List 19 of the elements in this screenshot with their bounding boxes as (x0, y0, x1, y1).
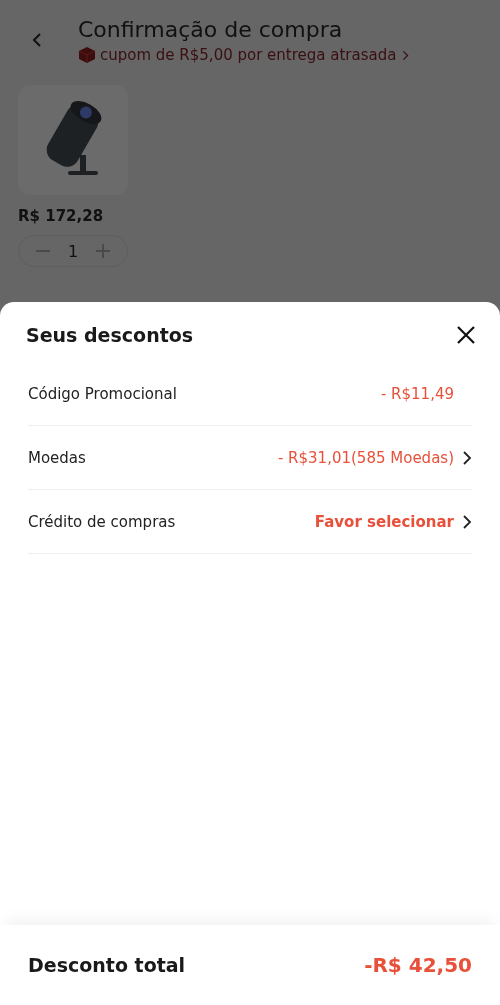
total-label: Desconto total (28, 954, 186, 976)
quantity-value: 1 (67, 241, 79, 261)
row-value: - R$11,49 (380, 384, 454, 403)
discount-row[interactable]: Código Promocional - R$11,49 (28, 362, 472, 426)
page-title: Confirmação de compra (78, 16, 344, 44)
back-icon[interactable] (32, 32, 42, 48)
sheet-title: Seus descontos (26, 324, 194, 346)
total-value: -R$ 42,50 (364, 953, 472, 977)
discount-row[interactable]: Crédito de compras Favor selecionar (28, 490, 472, 554)
discount-row[interactable]: Moedas - R$31,01(585 Moedas) (28, 426, 472, 490)
chevron-right-icon (402, 49, 410, 61)
product-price: R$ 172,28 (18, 207, 105, 225)
row-value: - R$31,01(585 Moedas) (277, 448, 454, 467)
row-label: Moedas (28, 448, 86, 467)
row-label: Código Promocional (28, 384, 177, 403)
row-label: Crédito de compras (28, 512, 176, 531)
package-icon (78, 46, 96, 64)
close-icon[interactable] (456, 325, 476, 345)
row-value: Favor selecionar (314, 512, 454, 531)
